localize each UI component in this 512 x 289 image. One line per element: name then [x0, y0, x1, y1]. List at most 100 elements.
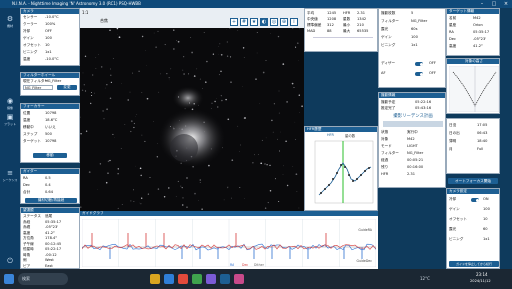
autofocus-toggle[interactable] [415, 72, 423, 76]
dither-row: ディザー OFF [381, 61, 436, 65]
guide-label-dec: GuideDec [356, 259, 372, 263]
camset-row: 露光 60 [449, 227, 488, 231]
telescope-panel: 望遠鏡 ステータス 追尾 赤経 05:35:17 赤緯 -05°23' 高度 41.2°… [20, 207, 80, 269]
guide-chart [82, 219, 376, 267]
sequence-icon[interactable]: ≡ [4, 168, 16, 178]
dither-toggle[interactable] [415, 62, 423, 66]
camera-settings-panel: カメラ設定 冷却 ON ゲイン 100 オフセット 10 露光 60 ビニング 1x1 ガ… [446, 188, 500, 269]
app-icon[interactable] [192, 274, 202, 284]
info-row: 撮影予定 05:22:16 [381, 100, 432, 104]
app-icon[interactable] [234, 274, 244, 284]
target-panel: ターゲット情報 名前 M42 星座 Orion RA 05:35:17 Dec -05°… [446, 8, 500, 56]
twilight-row: 薄明 18:40 [449, 139, 488, 143]
star-icon[interactable]: ★ [250, 18, 258, 26]
image-view[interactable] [80, 28, 304, 211]
progress-track [383, 121, 443, 127]
hfr-panel-header: HFR履歴 [305, 127, 377, 132]
telescope-row: 恒星時 05:22:17 [23, 247, 62, 251]
focuser-row: ステップ 500 [23, 132, 52, 136]
flat-icon[interactable]: ▣ [4, 112, 16, 122]
camset-row: ゲイン 100 [449, 207, 490, 211]
app-icon[interactable] [206, 274, 216, 284]
detail-row: モード LIGHT [381, 144, 418, 148]
stat-row: 最小 210 [343, 23, 364, 27]
autofocus-row: AF OFF [381, 71, 436, 75]
seq-row: 露光 60s [381, 27, 418, 31]
focuser-row: ターゲット 10798 [23, 139, 57, 143]
seq-row: フィルター NG_Filter [381, 19, 428, 23]
crosshair-icon[interactable]: + [230, 18, 238, 26]
hfr-chart [314, 140, 374, 204]
plate-solve-icon[interactable]: ⊕ [280, 18, 288, 26]
detail-row: 残り 00:16:00 [381, 165, 424, 169]
toolbar-label: 合焦 [100, 18, 108, 23]
equipment-icon[interactable]: ⚙ [4, 14, 16, 24]
stat-row: 星数 1342 [343, 17, 367, 21]
altitude-header: 対象の高さ [447, 59, 499, 64]
focuser-row: 位置 10798 [23, 111, 57, 115]
focuser-row: 温度 18.6°C [23, 118, 58, 122]
nav-label-equipment: 機材 [6, 24, 13, 28]
telescope-panel-header: 望遠鏡 [21, 208, 79, 213]
seq-row: 撮影枚数 5 [381, 11, 414, 15]
nina-icon[interactable] [220, 274, 230, 284]
stat-row: 平均 1245 [307, 11, 337, 15]
filter-panel: フィルターホイール 現在フィルター NG_Filter NG_Filter 変更 [20, 72, 80, 96]
telescope-row: 方位角 178.4° [23, 236, 58, 240]
hfr-panel: HFR履歴 HFR 星の数 [304, 126, 378, 211]
reconnect-button[interactable]: 機材切断/再接続 [25, 198, 77, 203]
search-box[interactable]: 検索 [18, 273, 68, 285]
continue-button[interactable]: ガイドを停止してから続行 [449, 261, 499, 267]
close-button[interactable]: × [500, 0, 512, 8]
change-filter-button[interactable]: 変更 [57, 85, 77, 90]
twilight-row: 月 Full [449, 147, 484, 151]
target-row: RA 05:35:17 [449, 30, 490, 34]
stat-row: 中央値 1208 [307, 17, 337, 21]
autofocus-button[interactable]: オートフォーカス開始 [448, 178, 498, 184]
image-toolbar: 1:1 合焦 + # ★ ◐ ◎ ⊕ i [80, 8, 304, 28]
app-icon[interactable] [178, 274, 188, 284]
detail-row: 対象 M42 [381, 137, 415, 141]
filter-select[interactable]: NG_Filter [23, 85, 53, 90]
telescope-row: 子午線 00:12:45 [23, 241, 62, 246]
camera-row: 温度 -10.0°C [23, 57, 59, 61]
telescope-row: 赤経 05:35:17 [23, 219, 62, 224]
star-field [80, 28, 303, 211]
power-icon[interactable]: ⏻ [4, 256, 16, 266]
detail-row: 経過 00:05:21 [381, 158, 424, 162]
plan-title: 撮影リーデンス計画 [393, 114, 433, 119]
camera-icon[interactable]: ◉ [4, 96, 16, 106]
focuser-row: 移動中 いいえ [23, 125, 56, 129]
focuser-panel-header: フォーカサー [21, 104, 79, 109]
guide-graph-header: ガイドグラフ [80, 211, 378, 216]
title-bar: N.I.N.A. - Nighttime Imaging 'N' Astrono… [0, 0, 512, 8]
telescope-row: ステータス 追尾 [23, 214, 53, 218]
nav-label-sequence: シーケンス [2, 178, 18, 182]
histogram [313, 37, 373, 51]
camera-row: クーラー 100% [23, 22, 56, 26]
clock-date: 2024/11/12 [470, 279, 491, 283]
telescope-row: 時角 -00:12 [23, 252, 57, 257]
browser-icon[interactable] [164, 274, 174, 284]
target-row: 名前 M42 [449, 16, 481, 20]
camera-row: オフセット 10 [23, 43, 50, 47]
cooler-toggle[interactable] [471, 198, 479, 202]
stat-row: HFR 2.31 [343, 11, 366, 15]
maximize-button[interactable]: □ [488, 0, 500, 8]
twilight-panel: 日没 17:05 日の出 06:43 薄明 18:40 月 Full [446, 118, 500, 174]
hfr-icon[interactable]: ◎ [270, 18, 278, 26]
nav-label-flat: フラット [3, 122, 16, 126]
stretch-icon[interactable]: ◐ [260, 18, 268, 26]
info-icon[interactable]: i [290, 18, 298, 26]
explorer-icon[interactable] [150, 274, 160, 284]
twilight-row: 日没 17:05 [449, 123, 488, 127]
window-title: N.I.N.A. - Nighttime Imaging 'N' Astrono… [12, 1, 141, 6]
minimize-button[interactable]: – [476, 0, 488, 8]
grid-icon[interactable]: # [240, 18, 248, 26]
start-icon[interactable] [4, 274, 14, 284]
side-nav: ⚙ 機材 ◉ 撮像 ▣ フラット ≡ シーケンス ⏻ [0, 8, 20, 269]
stat-row: 標準偏差 312 [307, 23, 334, 27]
focuser-move-button[interactable]: 移動 [33, 153, 67, 158]
legend-ra: RA [230, 263, 235, 267]
target-row: Dec -05°23' [449, 37, 487, 41]
